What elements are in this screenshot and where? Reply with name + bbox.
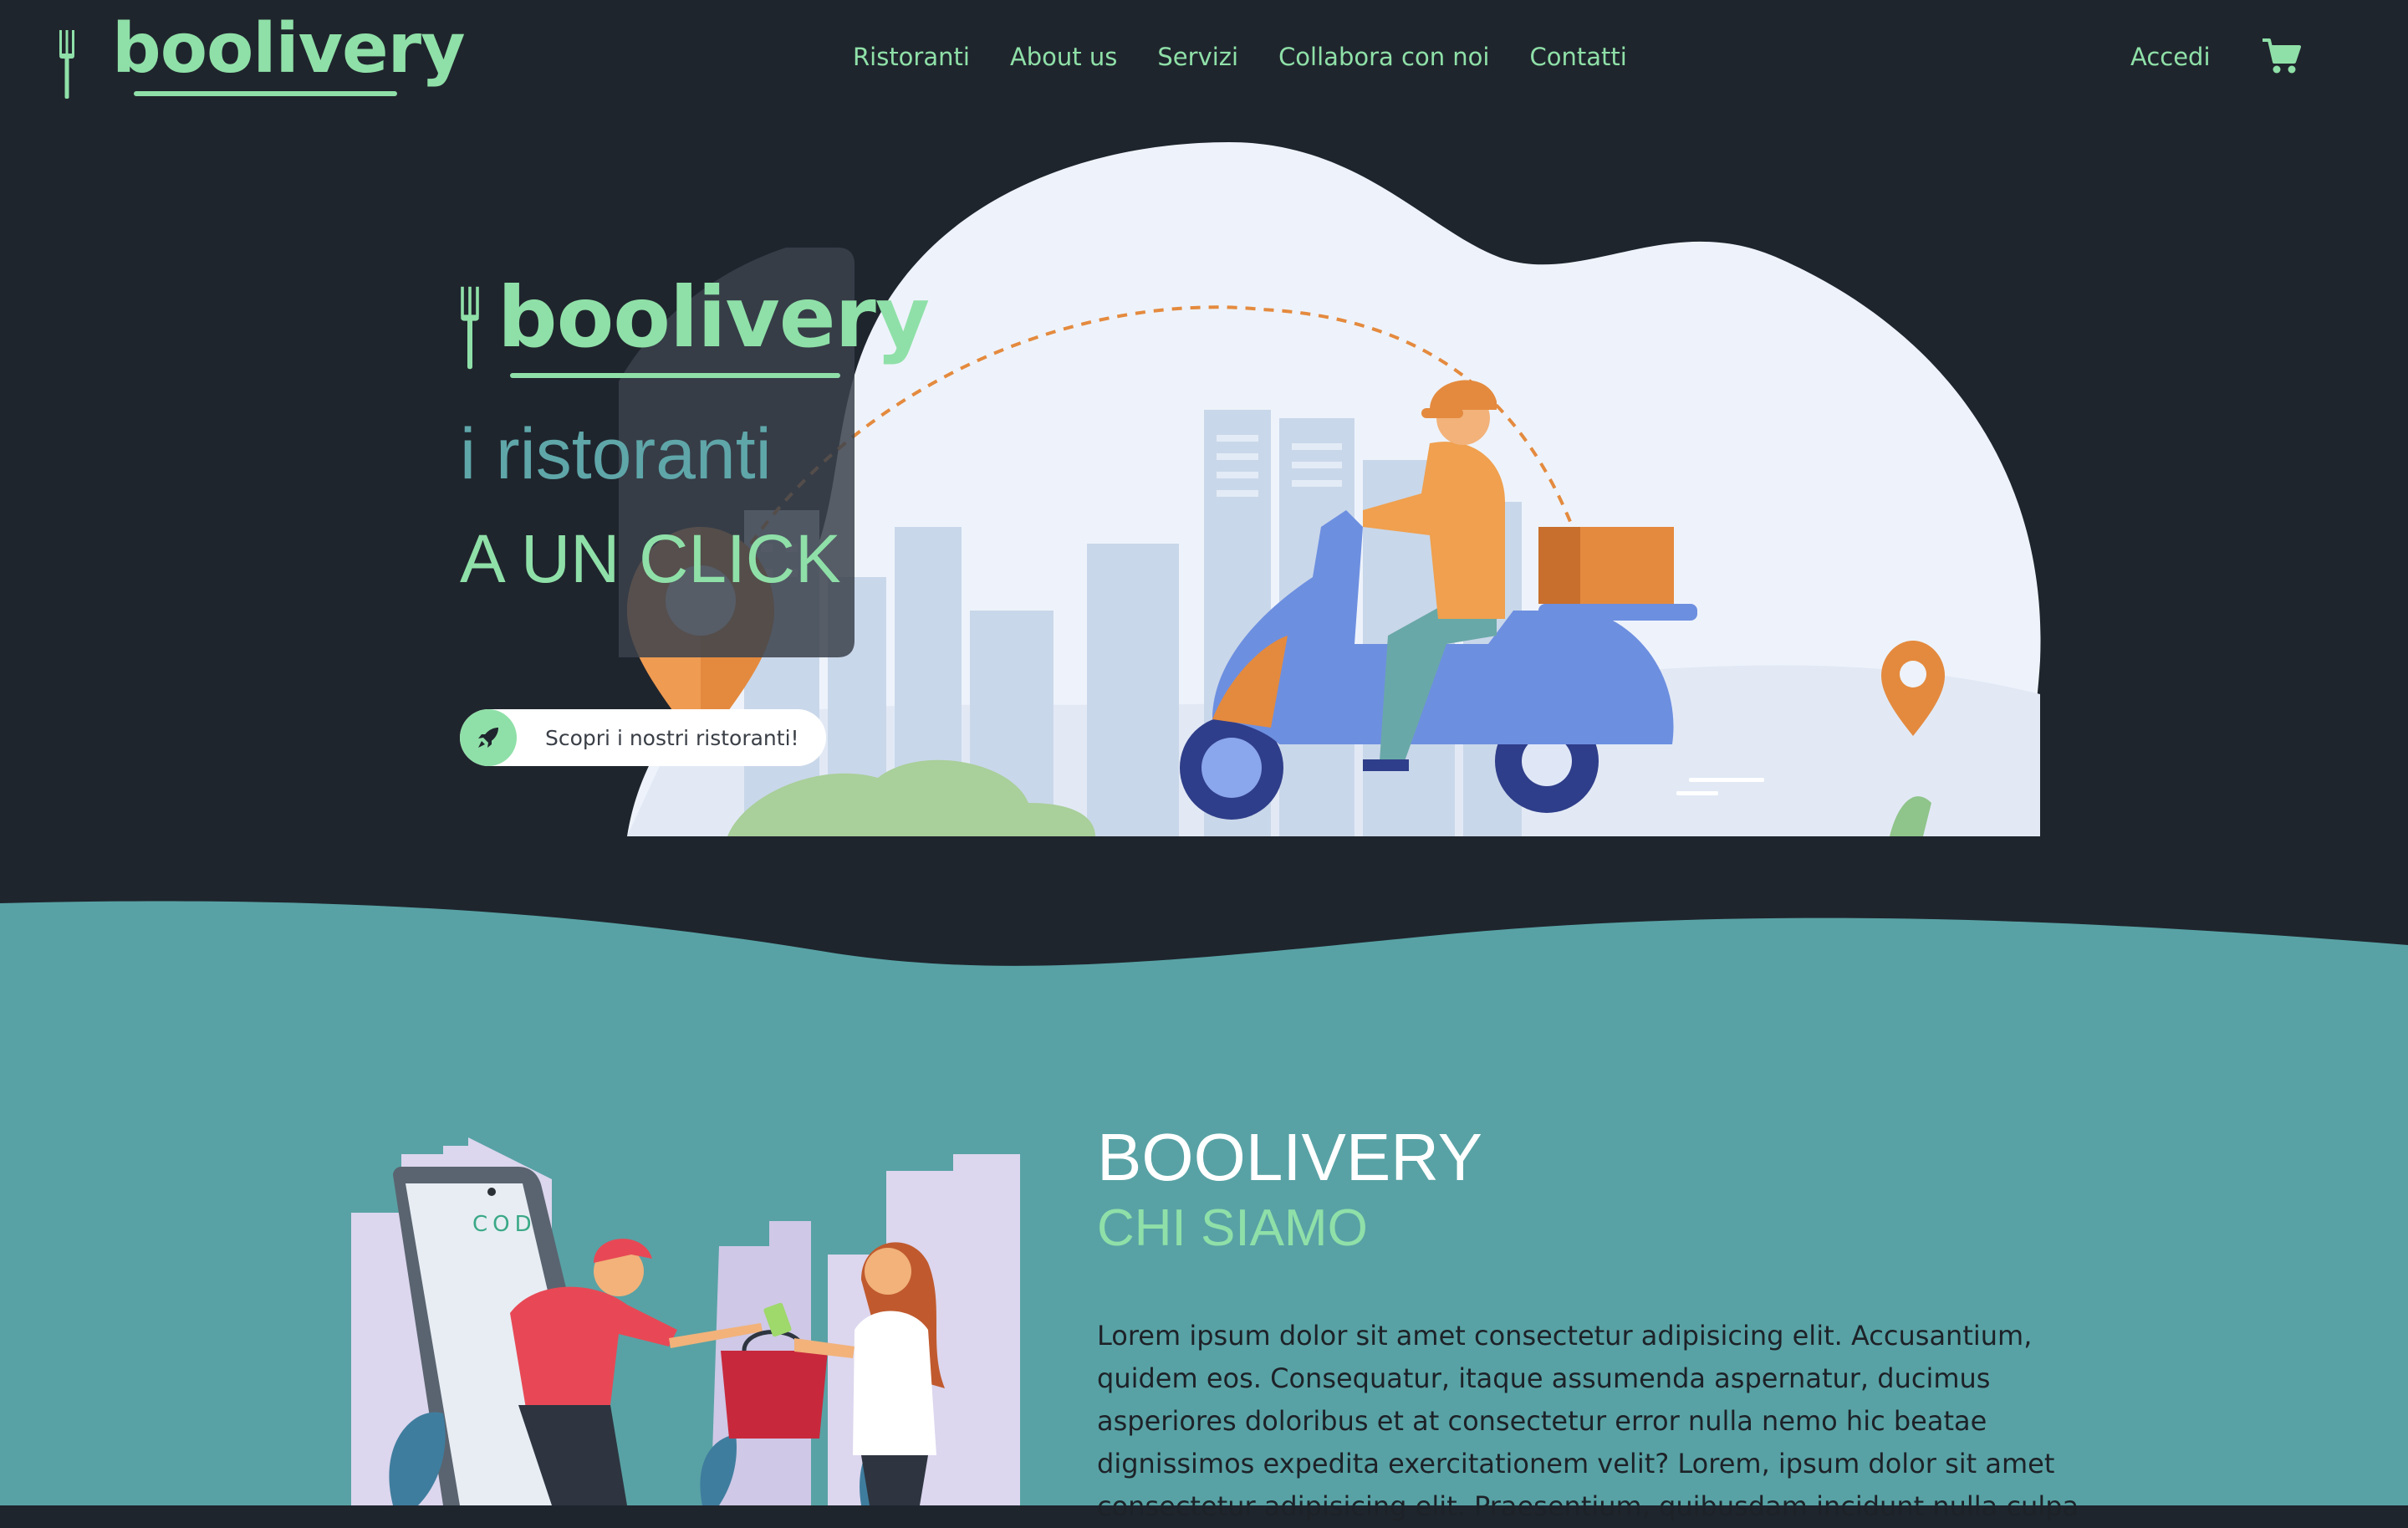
cart-icon[interactable] <box>2261 37 2301 75</box>
hero-tagline-2: A UN CLICK <box>460 521 841 597</box>
hero-tagline-1: i ristoranti <box>460 414 772 494</box>
brand-logo[interactable]: boolivery <box>59 12 466 105</box>
fork-icon <box>461 286 479 370</box>
nav-collabora[interactable]: Collabora con noi <box>1278 40 1489 74</box>
fork-icon <box>59 30 74 99</box>
hero-brand-logo: boolivery <box>460 276 930 393</box>
nav-servizi[interactable]: Servizi <box>1157 40 1238 74</box>
login-link[interactable]: Accedi <box>2130 40 2211 74</box>
nav-contatti[interactable]: Contatti <box>1529 40 1626 74</box>
phone-cod-label: COD <box>472 1212 537 1237</box>
about-paragraph: Lorem ipsum dolor sit amet consectetur a… <box>1097 1320 2079 1522</box>
about-subtitle: CHI SIAMO <box>1097 1199 1368 1257</box>
nav-ristoranti[interactable]: Ristoranti <box>853 40 970 74</box>
hero-brand-name: boolivery <box>497 268 930 366</box>
rocket-icon <box>460 709 517 766</box>
brand-name: boolivery <box>112 9 466 89</box>
logo-underline <box>134 91 397 96</box>
cta-label: Scopri i nostri ristoranti! <box>545 725 799 750</box>
main-nav: Ristoranti About us Servizi Collabora co… <box>853 40 1667 74</box>
discover-restaurants-button[interactable]: Scopri i nostri ristoranti! <box>460 709 826 766</box>
delivery-handoff-illustration: COD <box>351 1137 1020 1505</box>
nav-about-us[interactable]: About us <box>1010 40 1117 74</box>
about-title: BOOLIVERY <box>1097 1120 1482 1194</box>
logo-underline <box>510 373 840 378</box>
